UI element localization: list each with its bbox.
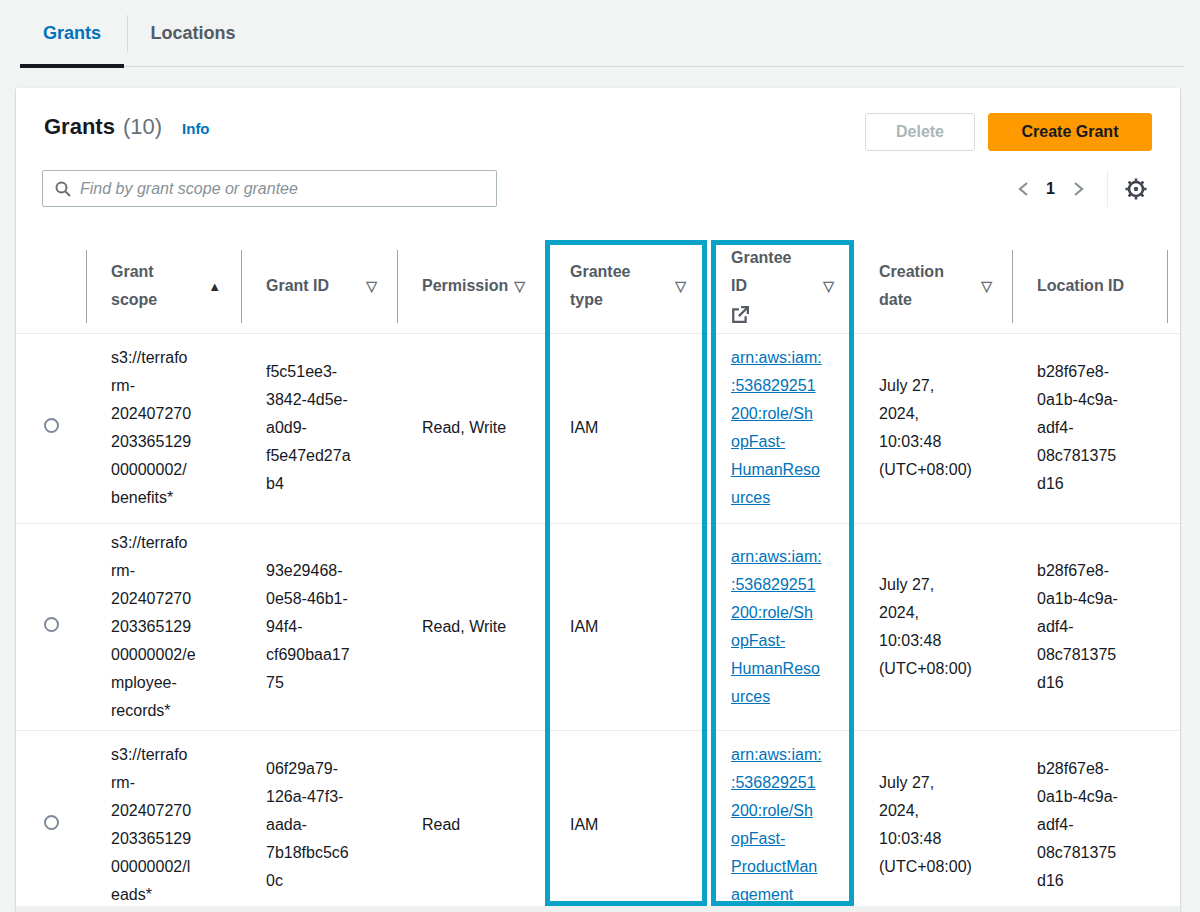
- grantee-id-cell: arn:aws:iam: :536829251 200:role/Sh opFa…: [706, 523, 854, 730]
- location-id-cell: b28f67e8- 0a1b-4c9a- adf4- 08c781375 d16: [1012, 523, 1167, 730]
- table-row: s3://terrafo rm- 202407270 203365129 000…: [16, 523, 1180, 730]
- grantee-id-cell: arn:aws:iam: :536829251 200:role/Sh opFa…: [706, 333, 854, 523]
- tab-bar: Grants Locations: [0, 0, 1200, 68]
- column-header-grantee-type[interactable]: Grantee type▽: [545, 240, 706, 333]
- external-link-icon: [731, 306, 749, 324]
- pager-divider: [1107, 170, 1108, 207]
- table-row: s3://terrafo rm- 202407270 203365129 000…: [16, 730, 1180, 912]
- grant-id-cell: 93e29468- 0e58-46b1- 94f4- cf690baa17 75: [241, 523, 397, 730]
- grantee-id-link[interactable]: arn:aws:iam: :536829251 200:role/Sh opFa…: [731, 746, 822, 903]
- search-input[interactable]: [80, 180, 484, 198]
- pagination: 1: [1010, 170, 1148, 207]
- permission-cell: Read: [397, 730, 545, 912]
- next-page-button[interactable]: [1065, 175, 1091, 203]
- sort-icon[interactable]: ▽: [675, 278, 686, 294]
- creation-date-cell: July 27, 2024, 10:03:48 (UTC+08:00): [854, 333, 1012, 523]
- prev-page-button[interactable]: [1010, 175, 1036, 203]
- panel-actions: Delete Create Grant: [865, 113, 1152, 151]
- grant-scope-cell: s3://terrafo rm- 202407270 203365129 000…: [86, 730, 241, 912]
- active-tab-underline: [20, 64, 124, 68]
- column-header-grant-scope[interactable]: Grant scope▲: [86, 240, 241, 333]
- grantee-type-cell: IAM: [545, 523, 706, 730]
- grantee-type-cell: IAM: [545, 730, 706, 912]
- search-icon: [55, 181, 71, 197]
- row-select-cell: [16, 523, 86, 730]
- grantee-id-cell: arn:aws:iam: :536829251 200:role/Sh opFa…: [706, 730, 854, 912]
- table-row: s3://terrafo rm- 202407270 203365129 000…: [16, 333, 1180, 523]
- create-grant-button[interactable]: Create Grant: [988, 113, 1152, 151]
- grantee-id-link[interactable]: arn:aws:iam: :536829251 200:role/Sh opFa…: [731, 548, 822, 705]
- grants-count: (10): [123, 114, 162, 140]
- grantee-id-link[interactable]: arn:aws:iam: :536829251 200:role/Sh opFa…: [731, 349, 822, 506]
- column-header-creation-date[interactable]: Creation date▽: [854, 240, 1012, 333]
- tab-locations[interactable]: Locations: [128, 14, 258, 52]
- row-radio[interactable]: [44, 418, 59, 433]
- table-header-row: Grant scope▲ Grant ID▽ Permission▽ Grant…: [16, 240, 1180, 333]
- column-header-grant-id[interactable]: Grant ID▽: [241, 240, 397, 333]
- gear-icon[interactable]: [1124, 177, 1148, 201]
- row-select-cell: [16, 333, 86, 523]
- location-id-cell: b28f67e8- 0a1b-4c9a- adf4- 08c781375 d16: [1012, 333, 1167, 523]
- grant-id-cell: 06f29a79- 126a-47f3- aada- 7b18fbc5c6 0c: [241, 730, 397, 912]
- delete-button[interactable]: Delete: [865, 113, 975, 151]
- grant-scope-cell: s3://terrafo rm- 202407270 203365129 000…: [86, 523, 241, 730]
- select-column-header: [16, 240, 86, 333]
- permission-cell: Read, Write: [397, 523, 545, 730]
- table-bottom-scrollbar-area: [16, 906, 1180, 912]
- sort-icon[interactable]: ▽: [514, 278, 525, 294]
- grants-panel: Grants (10) Info Delete Create Grant 1 G…: [16, 88, 1180, 912]
- creation-date-cell: July 27, 2024, 10:03:48 (UTC+08:00): [854, 730, 1012, 912]
- grant-id-cell: f5c51ee3- 3842-4d5e- a0d9- f5e47ed27a b4: [241, 333, 397, 523]
- sort-icon[interactable]: ▽: [981, 278, 992, 294]
- info-link[interactable]: Info: [182, 120, 210, 137]
- sort-icon[interactable]: ▽: [823, 278, 834, 294]
- panel-title: Grants (10) Info: [44, 114, 210, 140]
- tab-grants[interactable]: Grants: [20, 14, 124, 52]
- column-header-stub: [1167, 240, 1180, 333]
- row-radio[interactable]: [44, 617, 59, 632]
- grants-table: Grant scope▲ Grant ID▽ Permission▽ Grant…: [16, 240, 1180, 912]
- creation-date-cell: July 27, 2024, 10:03:48 (UTC+08:00): [854, 523, 1012, 730]
- column-header-location-id[interactable]: Location ID: [1012, 240, 1167, 333]
- row-radio[interactable]: [44, 815, 59, 830]
- grant-scope-cell: s3://terrafo rm- 202407270 203365129 000…: [86, 333, 241, 523]
- column-header-permission[interactable]: Permission▽: [397, 240, 545, 333]
- sort-icon[interactable]: ▽: [366, 278, 377, 294]
- permission-cell: Read, Write: [397, 333, 545, 523]
- panel-heading: Grants: [44, 114, 115, 140]
- column-header-grantee-id[interactable]: Grantee ID▽: [706, 240, 854, 333]
- current-page[interactable]: 1: [1046, 180, 1055, 198]
- sort-ascending-icon[interactable]: ▲: [208, 279, 221, 294]
- row-select-cell: [16, 730, 86, 912]
- tabbar-divider: [20, 66, 1184, 67]
- grantee-type-cell: IAM: [545, 333, 706, 523]
- location-id-cell: b28f67e8- 0a1b-4c9a- adf4- 08c781375 d16: [1012, 730, 1167, 912]
- search-box[interactable]: [42, 170, 497, 207]
